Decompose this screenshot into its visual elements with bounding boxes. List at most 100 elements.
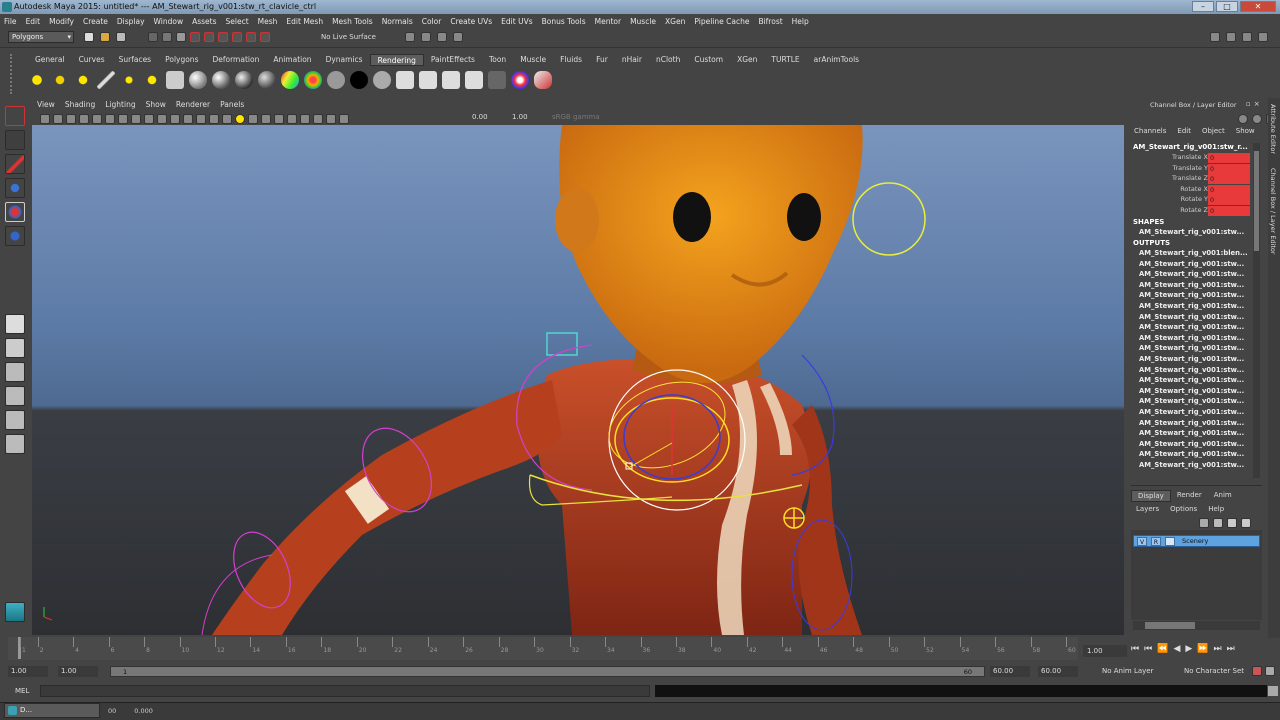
channel-box-toggle-icon[interactable] bbox=[1258, 32, 1268, 42]
anisotropic-material-icon[interactable] bbox=[304, 71, 322, 89]
attribute-row[interactable]: Translate Y0 bbox=[1132, 163, 1250, 174]
area-light-icon[interactable] bbox=[120, 71, 138, 89]
paint-select-tool-icon[interactable] bbox=[5, 154, 25, 174]
float-panel-icon[interactable]: ▫ bbox=[1246, 100, 1251, 108]
channel-menu-edit[interactable]: Edit bbox=[1177, 127, 1191, 135]
camera-icon[interactable] bbox=[166, 71, 184, 89]
shelf-tab-nhair[interactable]: nHair bbox=[615, 54, 649, 66]
shelf-tab-xgen[interactable]: XGen bbox=[730, 54, 764, 66]
safe-action-icon[interactable] bbox=[157, 114, 167, 124]
menu-color[interactable]: Color bbox=[422, 17, 442, 26]
shelf-tab-animation[interactable]: Animation bbox=[266, 54, 318, 66]
layer-color-swatch[interactable] bbox=[1165, 537, 1175, 546]
select-object-icon[interactable] bbox=[162, 32, 172, 42]
step-back-key-icon[interactable]: ⏮ bbox=[1144, 644, 1152, 654]
menu-edit-uvs[interactable]: Edit UVs bbox=[501, 17, 532, 26]
bookmark-icon[interactable] bbox=[66, 114, 76, 124]
new-scene-icon[interactable] bbox=[84, 32, 94, 42]
viewport-menu-show[interactable]: Show bbox=[146, 100, 166, 112]
character-set-selector[interactable]: No Character Set bbox=[1184, 667, 1244, 675]
layout-hypershade-icon[interactable] bbox=[5, 434, 25, 454]
menu-file[interactable]: File bbox=[4, 17, 17, 26]
point-light-icon[interactable] bbox=[28, 71, 46, 89]
menu-window[interactable]: Window bbox=[154, 17, 184, 26]
output-node-item[interactable]: AM_Stewart_rig_v001:stw... bbox=[1139, 408, 1249, 416]
menu-modify[interactable]: Modify bbox=[49, 17, 74, 26]
range-slider[interactable]: 1 60 bbox=[110, 666, 985, 677]
attribute-row[interactable]: Translate X0 bbox=[1132, 153, 1250, 163]
scrollbar-thumb[interactable] bbox=[1254, 151, 1259, 251]
layer-menu-options[interactable]: Options bbox=[1170, 505, 1197, 513]
render-layer-icon[interactable] bbox=[488, 71, 506, 89]
channel-box-layer-editor-tab[interactable]: Channel Box / Layer Editor bbox=[1269, 168, 1277, 255]
phonge-material-icon[interactable] bbox=[258, 71, 276, 89]
go-to-end-icon[interactable]: ⏭ bbox=[1227, 644, 1235, 654]
output-node-item[interactable]: AM_Stewart_rig_v001:stw... bbox=[1139, 355, 1249, 363]
menu-mesh-tools[interactable]: Mesh Tools bbox=[332, 17, 373, 26]
menu-bifrost[interactable]: Bifrost bbox=[758, 17, 782, 26]
volume-light-icon[interactable] bbox=[143, 71, 161, 89]
animation-end-field[interactable]: 60.00 bbox=[1038, 666, 1078, 677]
output-node-item[interactable]: AM_Stewart_rig_v001:stw... bbox=[1139, 260, 1249, 268]
shape-node-item[interactable]: AM_Stewart_rig_v001:stw... bbox=[1139, 228, 1249, 236]
color-management-field[interactable]: sRGB gamma bbox=[552, 113, 600, 121]
menu-display[interactable]: Display bbox=[117, 17, 145, 26]
shelf-tab-surfaces[interactable]: Surfaces bbox=[112, 54, 158, 66]
mel-input[interactable] bbox=[40, 685, 650, 697]
perspective-viewport[interactable] bbox=[32, 125, 1124, 635]
output-node-item[interactable]: AM_Stewart_rig_v001:stw... bbox=[1139, 323, 1249, 331]
resolution-gate-icon[interactable] bbox=[118, 114, 128, 124]
anim-layer-selector[interactable]: No Anim Layer bbox=[1102, 667, 1153, 675]
grid-toggle-icon[interactable] bbox=[92, 114, 102, 124]
menu-create-uvs[interactable]: Create UVs bbox=[450, 17, 492, 26]
textured-icon[interactable] bbox=[222, 114, 232, 124]
shelf-handle[interactable] bbox=[10, 54, 20, 94]
output-node-item[interactable]: AM_Stewart_rig_v001:blen... bbox=[1139, 249, 1249, 257]
shelf-tab-rendering[interactable]: Rendering bbox=[369, 54, 424, 66]
isolate-select-icon[interactable] bbox=[313, 114, 323, 124]
save-scene-icon[interactable] bbox=[116, 32, 126, 42]
speed-icon[interactable] bbox=[1252, 114, 1262, 124]
field-chart-icon[interactable] bbox=[144, 114, 154, 124]
shelf-tab-aranimtools[interactable]: arAnimTools bbox=[807, 54, 866, 66]
shelf-tab-dynamics[interactable]: Dynamics bbox=[319, 54, 370, 66]
layer-tab-anim[interactable]: Anim bbox=[1208, 490, 1238, 502]
time-slider[interactable]: 1 2 4 6 8 10 12 14 16 18 20 22 24 26 28 30 32 34 36 38 40 42 4… bbox=[8, 637, 1078, 660]
maximize-button[interactable]: □ bbox=[1216, 1, 1238, 12]
layout-single-icon[interactable] bbox=[5, 314, 25, 334]
render-current-icon[interactable] bbox=[421, 32, 431, 42]
tool-settings-toggle-icon[interactable] bbox=[1242, 32, 1252, 42]
step-forward-frame-icon[interactable]: ⏩ bbox=[1197, 644, 1208, 654]
viewport-menu-view[interactable]: View bbox=[37, 100, 55, 112]
mel-label[interactable]: MEL bbox=[15, 687, 29, 695]
new-layer-selected-icon[interactable] bbox=[1241, 518, 1251, 528]
channel-menu-object[interactable]: Object bbox=[1202, 127, 1225, 135]
selected-object-name[interactable]: AM_Stewart_rig_v001:stw_r... bbox=[1133, 143, 1251, 151]
layer-visibility-toggle[interactable]: V bbox=[1137, 537, 1147, 546]
xray-icon[interactable] bbox=[326, 114, 336, 124]
layout-persp-outliner-icon[interactable] bbox=[5, 386, 25, 406]
snap-surface-icon[interactable] bbox=[246, 32, 256, 42]
ipr-render-icon[interactable] bbox=[437, 32, 447, 42]
shelf-tab-fur[interactable]: Fur bbox=[589, 54, 615, 66]
menu-xgen[interactable]: XGen bbox=[665, 17, 685, 26]
render-view-icon[interactable] bbox=[405, 32, 415, 42]
attribute-value-field[interactable]: 0 bbox=[1208, 174, 1250, 185]
spot-light-icon[interactable] bbox=[51, 71, 69, 89]
surface-shader-icon[interactable] bbox=[327, 71, 345, 89]
open-scene-icon[interactable] bbox=[100, 32, 110, 42]
snap-curve-icon[interactable] bbox=[204, 32, 214, 42]
output-node-item[interactable]: AM_Stewart_rig_v001:stw... bbox=[1139, 291, 1249, 299]
render-view-shelf-icon[interactable] bbox=[419, 71, 437, 89]
wireframe-on-shaded-icon[interactable] bbox=[209, 114, 219, 124]
batch-render-icon[interactable] bbox=[465, 71, 483, 89]
layout-two-icon[interactable] bbox=[5, 362, 25, 382]
directional-light-icon[interactable] bbox=[97, 71, 115, 89]
depth-of-field-icon[interactable] bbox=[300, 114, 310, 124]
ambient-occlusion-icon[interactable] bbox=[261, 114, 271, 124]
attribute-value-field[interactable]: 0 bbox=[1208, 206, 1250, 216]
shelf-tab-turtle[interactable]: TURTLE bbox=[764, 54, 806, 66]
menu-assets[interactable]: Assets bbox=[192, 17, 216, 26]
shelf-tab-ncloth[interactable]: nCloth bbox=[649, 54, 687, 66]
viewport-menu-panels[interactable]: Panels bbox=[220, 100, 244, 112]
